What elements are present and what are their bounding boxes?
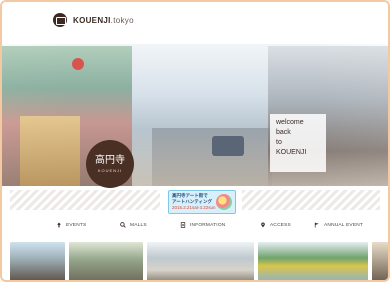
welcome-line-3: to	[276, 139, 282, 146]
document-icon	[180, 222, 186, 228]
badge-title: 高円寺	[95, 155, 125, 166]
search-icon	[120, 222, 126, 228]
welcome-line-2: back	[276, 129, 291, 136]
nav-label-annual-event: ANNUAL EVENT	[324, 222, 364, 228]
badge-romaji: KOUENJI	[97, 168, 123, 173]
thumbnail-4[interactable]	[258, 242, 369, 280]
car-image	[212, 136, 244, 156]
nav-item-malls[interactable]: MALLS	[120, 222, 147, 228]
stripe-divider-right	[242, 190, 380, 210]
nav-item-annual-event[interactable]: ANNUAL EVENT	[314, 222, 363, 228]
site-header: KOUENJI.tokyo	[2, 2, 388, 42]
logo-mark-icon	[53, 13, 67, 27]
kouenji-badge: 高円寺 KOUENJI	[86, 140, 134, 188]
pin-icon	[57, 222, 61, 228]
hero-image: welcome back to KOUENJI	[2, 44, 388, 186]
page-frame: KOUENJI.tokyo welcome back to KOUENJI 高円…	[0, 0, 390, 282]
banner-art-icon	[216, 194, 232, 210]
thumbnail-2[interactable]	[68, 242, 143, 280]
photo-thumbnails	[2, 242, 388, 280]
nav-label-events: EVENTS	[66, 222, 87, 228]
logo-text: KOUENJI.tokyo	[73, 16, 134, 25]
nav-item-information[interactable]: INFORMATION	[180, 222, 225, 228]
nav-label-malls: MALLS	[130, 222, 147, 228]
thumbnail-5[interactable]	[372, 242, 388, 280]
main-nav: EVENTS MALLS INFORMATION ACCESS ANNUAL E…	[2, 222, 388, 236]
logo-name: KOUENJI	[73, 15, 111, 25]
welcome-line-4: KOUENJI	[276, 149, 307, 156]
sign-red-image	[72, 58, 84, 70]
location-icon	[261, 222, 265, 228]
welcome-line-1: welcome	[276, 119, 304, 126]
nav-label-access: ACCESS	[270, 222, 291, 228]
stripe-divider-left	[10, 190, 160, 210]
site-logo[interactable]: KOUENJI.tokyo	[53, 13, 134, 27]
nav-label-information: INFORMATION	[190, 222, 226, 228]
flag-icon	[314, 222, 319, 228]
nav-item-events[interactable]: EVENTS	[56, 222, 86, 228]
art-event-banner[interactable]: 高円寺アート街で アートハンティング 2015.2.21sat-3.22sun	[168, 190, 236, 214]
welcome-card: welcome back to KOUENJI	[270, 114, 326, 172]
logo-suffix: .tokyo	[110, 15, 134, 25]
thumbnail-3[interactable]	[146, 242, 255, 280]
left-shopfront-image	[20, 116, 80, 186]
banner-text: 高円寺アート街で アートハンティング 2015.2.21sat-3.22sun	[172, 193, 216, 211]
thumbnail-1[interactable]	[10, 242, 65, 280]
nav-item-access[interactable]: ACCESS	[260, 222, 291, 228]
banner-dates: 2015.2.21sat-3.22sun	[172, 205, 216, 210]
